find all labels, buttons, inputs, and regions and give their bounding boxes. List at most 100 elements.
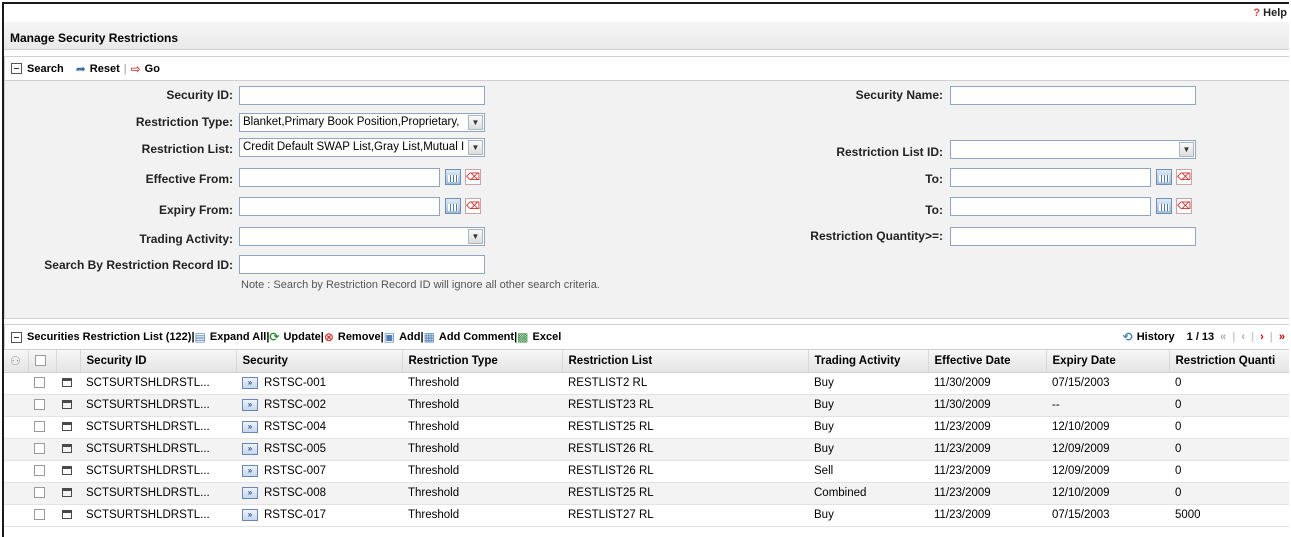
security-link-icon[interactable]: » bbox=[242, 398, 258, 411]
security-name-label: Security Name: bbox=[855, 88, 943, 102]
expand-icon: ▤ bbox=[194, 330, 206, 344]
security-id-input[interactable] bbox=[239, 86, 485, 105]
cell-expiry-date: -- bbox=[1046, 394, 1169, 417]
clear-date-icon[interactable]: ⌫ bbox=[465, 198, 481, 214]
cell-security-id: SCTSURTSHLDRSTL... bbox=[80, 438, 236, 461]
details-icon[interactable] bbox=[62, 400, 72, 410]
col-header[interactable]: Restriction List bbox=[562, 350, 809, 373]
row-checkbox[interactable] bbox=[34, 399, 45, 411]
collapse-icon[interactable] bbox=[11, 331, 22, 343]
chevron-down-icon: ▼ bbox=[1179, 142, 1194, 157]
row-checkbox[interactable] bbox=[34, 443, 45, 455]
first-page-icon[interactable]: « bbox=[1220, 331, 1226, 343]
cell-trading-activity: Buy bbox=[808, 438, 928, 461]
cell-security-id: SCTSURTSHLDRSTL... bbox=[80, 372, 236, 395]
cell-effective-date: 11/23/2009 bbox=[928, 438, 1046, 461]
details-icon[interactable] bbox=[62, 488, 72, 498]
cell-effective-date: 11/23/2009 bbox=[928, 482, 1046, 505]
col-header[interactable]: Effective Date bbox=[928, 350, 1047, 373]
table-row[interactable]: SCTSURTSHLDRSTL... » RSTSC-005 Threshold … bbox=[4, 438, 1289, 461]
calendar-icon[interactable] bbox=[445, 198, 461, 214]
trading-activity-select[interactable]: ▼ bbox=[239, 227, 485, 246]
excel-button[interactable]: ▩ Excel bbox=[517, 331, 561, 343]
details-icon[interactable] bbox=[62, 422, 72, 432]
table-row[interactable]: SCTSURTSHLDRSTL... » RSTSC-017 Threshold … bbox=[4, 504, 1289, 527]
effective-from-input[interactable] bbox=[239, 168, 440, 187]
col-header[interactable]: Security ID bbox=[80, 350, 237, 373]
table-row[interactable]: SCTSURTSHLDRSTL... » RSTSC-001 Threshold … bbox=[4, 372, 1289, 395]
cell-quantity: 0 bbox=[1169, 416, 1289, 439]
details-icon[interactable] bbox=[62, 466, 72, 476]
restriction-type-select[interactable]: Blanket,Primary Book Position,Proprietar… bbox=[239, 113, 485, 132]
table-row[interactable]: SCTSURTSHLDRSTL... » RSTSC-008 Threshold … bbox=[4, 482, 1289, 505]
cell-restriction-list: RESTLIST25 RL bbox=[562, 416, 808, 439]
expand-all-button[interactable]: ▤ Expand All bbox=[195, 331, 267, 343]
security-link-icon[interactable]: » bbox=[242, 442, 258, 455]
search-section-title: Search bbox=[27, 62, 64, 75]
col-header[interactable]: Expiry Date bbox=[1046, 350, 1170, 373]
cell-expiry-date: 12/09/2009 bbox=[1046, 438, 1169, 461]
row-checkbox[interactable] bbox=[34, 509, 45, 521]
comment-icon: ▦ bbox=[423, 330, 435, 344]
details-icon[interactable] bbox=[62, 378, 72, 388]
security-name-input[interactable] bbox=[950, 86, 1196, 105]
remove-button[interactable]: ⊗ Remove bbox=[324, 331, 381, 343]
clear-date-icon[interactable]: ⌫ bbox=[1176, 169, 1192, 185]
security-link-icon[interactable]: » bbox=[242, 508, 258, 521]
col-header[interactable]: Security bbox=[236, 350, 403, 373]
calendar-icon[interactable] bbox=[1156, 198, 1172, 214]
next-page-icon[interactable]: › bbox=[1260, 331, 1264, 343]
expiry-to-input[interactable] bbox=[950, 197, 1151, 216]
col-header[interactable]: Restriction Type bbox=[402, 350, 563, 373]
row-checkbox[interactable] bbox=[34, 377, 45, 389]
add-comment-button[interactable]: ▦ Add Comment bbox=[424, 331, 515, 343]
security-link-icon[interactable]: » bbox=[242, 464, 258, 477]
collapse-icon[interactable] bbox=[11, 63, 22, 74]
select-all-header bbox=[28, 350, 57, 373]
clear-date-icon[interactable]: ⌫ bbox=[1176, 198, 1192, 214]
security-link-icon[interactable]: » bbox=[242, 376, 258, 389]
row-checkbox[interactable] bbox=[34, 421, 45, 433]
restriction-list-id-select[interactable]: ▼ bbox=[950, 140, 1196, 159]
record-id-input[interactable] bbox=[239, 255, 485, 274]
detail-header bbox=[56, 350, 81, 373]
update-button[interactable]: ⟳ Update bbox=[269, 331, 320, 343]
col-header[interactable]: Trading Activity bbox=[808, 350, 929, 373]
calendar-icon[interactable] bbox=[1156, 169, 1172, 185]
security-link-icon[interactable]: » bbox=[242, 420, 258, 433]
details-icon[interactable] bbox=[62, 444, 72, 454]
security-link-icon[interactable]: » bbox=[242, 486, 258, 499]
cell-restriction-type: Threshold bbox=[402, 416, 562, 439]
table-row[interactable]: SCTSURTSHLDRSTL... » RSTSC-004 Threshold … bbox=[4, 416, 1289, 439]
expiry-from-input[interactable] bbox=[239, 197, 440, 216]
reset-button[interactable]: ➦ Reset bbox=[76, 63, 120, 75]
cell-security-id: SCTSURTSHLDRSTL... bbox=[80, 504, 236, 527]
table-row[interactable]: SCTSURTSHLDRSTL... » RSTSC-002 Threshold … bbox=[4, 394, 1289, 417]
table-row[interactable]: SCTSURTSHLDRSTL... » RSTSC-007 Threshold … bbox=[4, 460, 1289, 483]
remove-icon: ⊗ bbox=[323, 330, 334, 344]
calendar-icon[interactable] bbox=[445, 169, 461, 185]
restriction-type-label: Restriction Type: bbox=[135, 115, 233, 129]
col-header[interactable]: Restriction Quanti bbox=[1169, 350, 1289, 373]
last-page-icon[interactable]: » bbox=[1279, 331, 1285, 343]
pager: ⟲ History 1 / 13 « | ‹ | › | » bbox=[1122, 330, 1285, 344]
row-checkbox[interactable] bbox=[34, 487, 45, 499]
update-icon: ⟳ bbox=[269, 330, 280, 344]
go-button[interactable]: ⇨ Go bbox=[131, 63, 160, 75]
history-button[interactable]: ⟲ History bbox=[1123, 331, 1175, 343]
clear-date-icon[interactable]: ⌫ bbox=[465, 169, 481, 185]
expiry-from-label: Expiry From: bbox=[158, 203, 233, 217]
row-checkbox[interactable] bbox=[34, 465, 45, 477]
prev-page-icon[interactable]: ‹ bbox=[1241, 331, 1245, 343]
list-title: Securities Restriction List (122) bbox=[27, 331, 192, 343]
restriction-list-select[interactable]: Credit Default SWAP List,Gray List,Mutua… bbox=[239, 138, 485, 157]
details-icon[interactable] bbox=[62, 510, 72, 520]
add-icon: ▣ bbox=[383, 330, 396, 344]
restriction-quantity-input[interactable] bbox=[950, 227, 1196, 246]
app-frame: ? Help Manage Security Restrictions Searc… bbox=[2, 2, 1289, 537]
select-all-checkbox[interactable] bbox=[34, 355, 46, 367]
effective-to-input[interactable] bbox=[950, 168, 1151, 187]
help-link[interactable]: ? Help bbox=[1253, 7, 1287, 19]
history-icon: ⟲ bbox=[1122, 330, 1133, 344]
add-button[interactable]: ▣ Add bbox=[384, 331, 421, 343]
